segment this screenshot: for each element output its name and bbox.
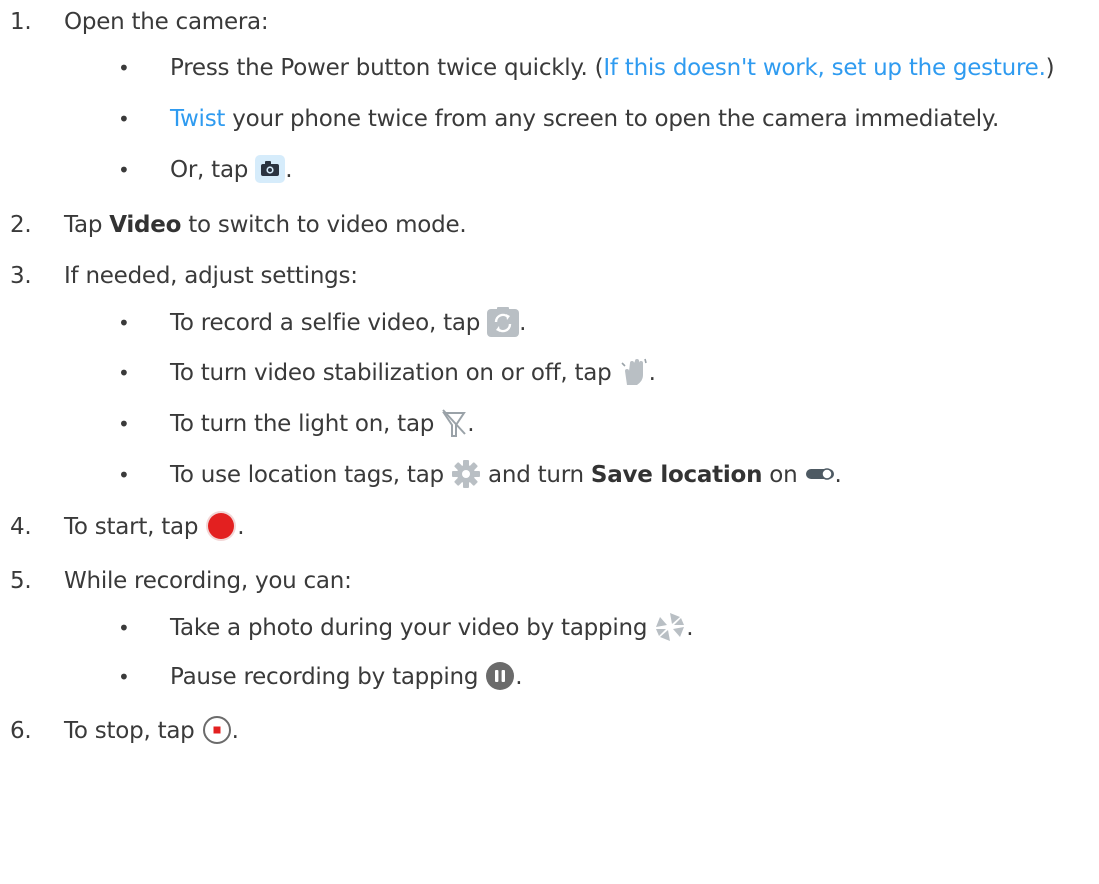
bullet-text-part: and turn [480, 462, 591, 488]
camera-icon [255, 154, 286, 183]
bullet-marker: • [118, 412, 130, 436]
bullet-text-part: . [834, 462, 842, 488]
step-text: Open the camera: [64, 9, 269, 35]
toggle-on-icon [805, 466, 835, 482]
switch-camera-icon [487, 306, 520, 337]
step-number: 1. [10, 9, 32, 35]
gesture-setup-link[interactable]: If this doesn't work, set up the gesture… [603, 55, 1046, 81]
bullet-text: To record a selfie video, tap . [170, 306, 526, 340]
step-text-part: . [231, 718, 239, 744]
shutter-icon [654, 611, 686, 643]
step-number: 5. [10, 568, 32, 594]
bullet-text: Take a photo during your video by tappin… [170, 611, 694, 645]
video-mode-label: Video [109, 212, 182, 238]
bullet-marker: • [118, 158, 130, 182]
bullet-text-part: Or, tap [170, 157, 256, 183]
bullet-text-part: Pause recording by tapping [170, 664, 486, 690]
step-number: 4. [10, 514, 32, 540]
step-3-bullet-4: • To use location tags, tap and turn Sav… [0, 458, 1099, 492]
step-text: To stop, tap . [64, 714, 239, 748]
hand-stabilization-icon [619, 357, 649, 387]
step-2: 2. Tap Video to switch to video mode. [0, 208, 1099, 242]
bullet-marker: • [118, 665, 130, 689]
bullet-text-part: ) [1045, 55, 1055, 81]
flash-off-icon [441, 408, 467, 438]
bullet-marker: • [118, 616, 130, 640]
twist-link[interactable]: Twist [170, 106, 225, 132]
bullet-text: Twist your phone twice from any screen t… [170, 102, 999, 136]
bullet-text: To turn the light on, tap . [170, 407, 475, 441]
step-text-part: . [237, 514, 245, 540]
bullet-text-part: Press the Power button twice quickly. ( [170, 55, 604, 81]
step-text: If needed, adjust settings: [64, 263, 358, 289]
step-4: 4. To start, tap . [0, 510, 1099, 544]
step-6: 6. To stop, tap . [0, 714, 1099, 748]
step-number: 6. [10, 718, 32, 744]
step-3-bullet-3: • To turn the light on, tap . [0, 407, 1099, 441]
bullet-text-part: . [285, 157, 293, 183]
bullet-text-part: . [467, 411, 475, 437]
bullet-text-part: on [762, 462, 805, 488]
bullet-text-part: . [686, 615, 694, 641]
step-1: 1. Open the camera: [0, 5, 1099, 39]
step-text-part: To stop, tap [64, 718, 202, 744]
step-text: Tap Video to switch to video mode. [64, 208, 467, 242]
bullet-text-part: . [515, 664, 523, 690]
step-1-bullet-2: • Twist your phone twice from any screen… [0, 102, 1099, 136]
save-location-label: Save location [590, 462, 763, 488]
bullet-text: To turn video stabilization on or off, t… [170, 356, 656, 390]
step-text: To start, tap . [64, 510, 245, 544]
bullet-marker: • [118, 56, 130, 80]
step-5-bullet-1: • Take a photo during your video by tapp… [0, 611, 1099, 645]
bullet-text: Or, tap . [170, 153, 293, 187]
stop-icon [202, 715, 232, 745]
bullet-marker: • [118, 107, 130, 131]
step-number: 2. [10, 212, 32, 238]
bullet-text-part: To turn video stabilization on or off, t… [170, 360, 619, 386]
step-text-part: Tap [64, 212, 110, 238]
step-5-bullet-2: • Pause recording by tapping . [0, 660, 1099, 694]
bullet-text-part: . [519, 310, 527, 336]
step-1-bullet-3: • Or, tap . [0, 153, 1099, 187]
bullet-text-part: Take a photo during your video by tappin… [170, 615, 655, 641]
pause-icon [485, 661, 515, 691]
bullet-text-part: your phone twice from any screen to open… [225, 106, 1000, 132]
step-3: 3. If needed, adjust settings: [0, 259, 1099, 293]
bullet-text: Pause recording by tapping . [170, 660, 523, 694]
record-icon [205, 510, 237, 542]
step-3-bullet-2: • To turn video stabilization on or off,… [0, 356, 1099, 390]
step-3-bullet-1: • To record a selfie video, tap . [0, 306, 1099, 340]
bullet-marker: • [118, 361, 130, 385]
step-text-part: To start, tap [64, 514, 206, 540]
bullet-marker: • [118, 463, 130, 487]
bullet-text-part: To record a selfie video, tap [170, 310, 488, 336]
step-5: 5. While recording, you can: [0, 564, 1099, 598]
bullet-marker: • [118, 311, 130, 335]
gear-icon [451, 459, 481, 489]
step-number: 3. [10, 263, 32, 289]
step-text-part: to switch to video mode. [181, 212, 467, 238]
bullet-text: Press the Power button twice quickly. (I… [170, 51, 1055, 85]
bullet-text: To use location tags, tap and turn Save … [170, 458, 842, 492]
step-text: While recording, you can: [64, 568, 352, 594]
bullet-text-part: . [648, 360, 656, 386]
step-1-bullet-1: • Press the Power button twice quickly. … [0, 51, 1099, 85]
bullet-text-part: To turn the light on, tap [170, 411, 442, 437]
bullet-text-part: To use location tags, tap [170, 462, 451, 488]
